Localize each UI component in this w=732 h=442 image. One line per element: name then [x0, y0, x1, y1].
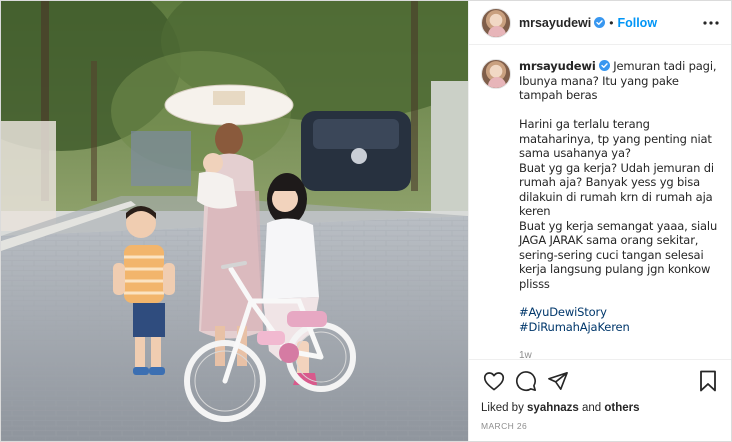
- follow-button[interactable]: Follow: [617, 16, 657, 30]
- caption-time-ago[interactable]: 1w: [519, 350, 719, 359]
- comment-button[interactable]: [513, 368, 539, 394]
- instagram-post: mrsayudewi • Follow mrsayudewi Jemuran t…: [0, 0, 732, 442]
- caption-message: Jemuran tadi pagi, Ibunya mana? Itu yang…: [519, 59, 718, 291]
- like-button[interactable]: [481, 368, 507, 394]
- likes-suffix: and: [578, 402, 605, 414]
- liked-by-others[interactable]: others: [604, 402, 639, 414]
- heart-icon: [483, 371, 505, 390]
- caption-username[interactable]: mrsayudewi: [519, 59, 596, 73]
- verified-badge-icon: [598, 60, 610, 71]
- liked-by-user[interactable]: syahnazs: [527, 402, 579, 414]
- verified-badge-icon: [594, 17, 606, 28]
- likes-prefix: Liked by: [481, 402, 528, 414]
- share-button[interactable]: [545, 368, 571, 394]
- avatar[interactable]: [481, 7, 511, 38]
- post-photo-illustration: [1, 1, 468, 441]
- likes-summary: Liked by syahnazs and others: [469, 401, 731, 415]
- post-date[interactable]: MARCH 26: [469, 415, 731, 441]
- caption-text: mrsayudewi Jemuran tadi pagi, Ibunya man…: [519, 59, 719, 291]
- comment-icon: [515, 370, 536, 391]
- bookmark-icon: [700, 370, 716, 391]
- share-icon: [548, 371, 568, 390]
- header-separator: •: [609, 15, 614, 30]
- caption-area: mrsayudewi Jemuran tadi pagi, Ibunya man…: [469, 45, 731, 359]
- post-header: mrsayudewi • Follow: [469, 1, 731, 45]
- hashtag-link[interactable]: #AyuDewiStory: [519, 305, 719, 320]
- more-options-button[interactable]: [701, 13, 721, 33]
- post-photo[interactable]: [1, 1, 468, 441]
- post-side-panel: mrsayudewi • Follow mrsayudewi Jemuran t…: [468, 1, 731, 441]
- caption-body: mrsayudewi Jemuran tadi pagi, Ibunya man…: [519, 59, 719, 359]
- save-button[interactable]: [695, 368, 721, 394]
- caption-avatar[interactable]: [481, 59, 511, 89]
- hashtag-link[interactable]: #DiRumahAjaKeren: [519, 320, 719, 335]
- more-horizontal-icon: [703, 20, 719, 25]
- header-username[interactable]: mrsayudewi: [519, 16, 591, 30]
- action-bar: [469, 359, 731, 401]
